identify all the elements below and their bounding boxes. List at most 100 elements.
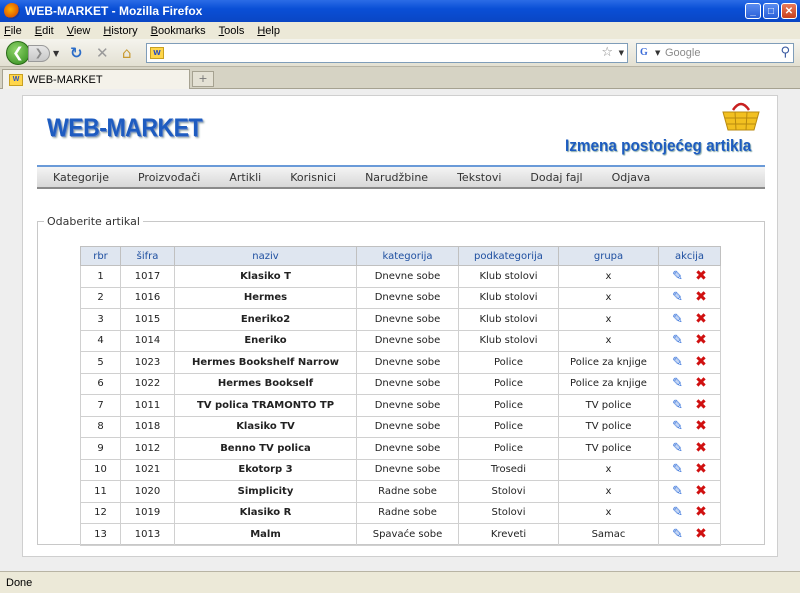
- google-icon[interactable]: G: [640, 47, 654, 59]
- table-row: 10 1021 Ekotorp 3 Dnevne sobe Trosedi x ✎ ✖: [80, 458, 721, 481]
- status-text: Done: [6, 576, 33, 589]
- col-grupa: grupa: [558, 246, 659, 266]
- cell-podkategorija: Klub stolovi: [458, 308, 559, 331]
- cell-rbr: 13: [80, 523, 121, 546]
- cell-rbr: 7: [80, 394, 121, 417]
- search-icon[interactable]: ⚲: [780, 45, 790, 60]
- cell-sifra: 1023: [120, 351, 175, 374]
- cell-podkategorija: Police: [458, 437, 559, 460]
- nav-tekstovi[interactable]: Tekstovi: [457, 171, 501, 184]
- tab-web-market[interactable]: W WEB-MARKET: [2, 69, 190, 89]
- edit-pencil-icon[interactable]: ✎: [672, 291, 683, 304]
- edit-pencil-icon[interactable]: ✎: [672, 334, 683, 347]
- maximize-button[interactable]: □: [763, 3, 779, 19]
- nav-dodaj-fajl[interactable]: Dodaj fajl: [530, 171, 582, 184]
- nav-korisnici[interactable]: Korisnici: [290, 171, 336, 184]
- delete-x-icon[interactable]: ✖: [695, 269, 707, 283]
- delete-x-icon[interactable]: ✖: [695, 527, 707, 541]
- menu-view[interactable]: View: [67, 25, 91, 37]
- menu-tools[interactable]: Tools: [219, 25, 245, 37]
- history-dropdown-icon[interactable]: ▼: [53, 49, 59, 58]
- menu-bookmarks[interactable]: Bookmarks: [151, 25, 206, 37]
- menu-file[interactable]: File: [4, 25, 22, 37]
- cell-podkategorija: Trosedi: [458, 458, 559, 481]
- address-bar[interactable]: W ☆ ▼: [146, 43, 628, 63]
- nav-kategorije[interactable]: Kategorije: [53, 171, 109, 184]
- cell-rbr: 1: [80, 265, 121, 288]
- minimize-button[interactable]: _: [745, 3, 761, 19]
- edit-pencil-icon[interactable]: ✎: [672, 377, 683, 390]
- cell-akcija: ✎ ✖: [658, 351, 721, 374]
- cell-podkategorija: Police: [458, 415, 559, 438]
- search-engine-dropdown-icon[interactable]: ▼: [655, 49, 660, 57]
- delete-x-icon[interactable]: ✖: [695, 355, 707, 369]
- cell-kategorija: Dnevne sobe: [356, 394, 459, 417]
- menu-help[interactable]: Help: [257, 25, 280, 37]
- site-logo[interactable]: WEB-MARKET: [47, 114, 203, 143]
- delete-x-icon[interactable]: ✖: [695, 398, 707, 412]
- edit-pencil-icon[interactable]: ✎: [672, 270, 683, 283]
- home-icon[interactable]: ⌂: [122, 45, 132, 61]
- delete-x-icon[interactable]: ✖: [695, 376, 707, 390]
- nav-proizvodjaci[interactable]: Proizvođači: [138, 171, 200, 184]
- article-selection-fieldset: Odaberite artikal rbr šifra naziv katego…: [37, 215, 765, 546]
- col-sifra: šifra: [120, 246, 175, 266]
- cell-grupa: x: [558, 501, 659, 524]
- cell-sifra: 1021: [120, 458, 175, 481]
- nav-artikli[interactable]: Artikli: [229, 171, 261, 184]
- edit-pencil-icon[interactable]: ✎: [672, 442, 683, 455]
- delete-x-icon[interactable]: ✖: [695, 505, 707, 519]
- forward-button[interactable]: ❯: [28, 45, 50, 62]
- cell-grupa: x: [558, 265, 659, 288]
- browser-content: WEB-MARKET Izmena postojećeg artikla Kat…: [0, 89, 800, 571]
- stop-icon[interactable]: ✕: [96, 45, 109, 61]
- delete-x-icon[interactable]: ✖: [695, 312, 707, 326]
- page-title: Izmena postojećeg artikla: [565, 136, 752, 155]
- cell-akcija: ✎ ✖: [658, 415, 721, 438]
- reload-icon[interactable]: ↻: [70, 45, 83, 61]
- edit-pencil-icon[interactable]: ✎: [672, 420, 683, 433]
- cell-sifra: 1022: [120, 372, 175, 395]
- cell-grupa: Police za knjige: [558, 372, 659, 395]
- menu-edit[interactable]: Edit: [35, 25, 54, 37]
- firefox-icon: [4, 3, 20, 19]
- delete-x-icon[interactable]: ✖: [695, 484, 707, 498]
- bookmark-star-icon[interactable]: ☆: [601, 45, 613, 60]
- nav-odjava[interactable]: Odjava: [612, 171, 651, 184]
- cell-sifra: 1012: [120, 437, 175, 460]
- edit-pencil-icon[interactable]: ✎: [672, 485, 683, 498]
- cell-naziv: Hermes Bookshelf Narrow: [174, 351, 357, 374]
- cell-kategorija: Radne sobe: [356, 480, 459, 503]
- delete-x-icon[interactable]: ✖: [695, 462, 707, 476]
- cell-naziv: TV polica TRAMONTO TP: [174, 394, 357, 417]
- cell-kategorija: Dnevne sobe: [356, 351, 459, 374]
- edit-pencil-icon[interactable]: ✎: [672, 463, 683, 476]
- nav-narudzbine[interactable]: Narudžbine: [365, 171, 428, 184]
- search-bar[interactable]: G ▼ Google ⚲: [636, 43, 794, 63]
- col-naziv: naziv: [174, 246, 357, 266]
- cell-kategorija: Spavaće sobe: [356, 523, 459, 546]
- delete-x-icon[interactable]: ✖: [695, 441, 707, 455]
- back-button[interactable]: ❮: [6, 41, 30, 65]
- delete-x-icon[interactable]: ✖: [695, 419, 707, 433]
- cell-sifra: 1013: [120, 523, 175, 546]
- cell-akcija: ✎ ✖: [658, 329, 721, 352]
- cell-sifra: 1015: [120, 308, 175, 331]
- cell-sifra: 1018: [120, 415, 175, 438]
- table-row: 3 1015 Eneriko2 Dnevne sobe Klub stolovi x ✎ ✖: [80, 308, 721, 331]
- edit-pencil-icon[interactable]: ✎: [672, 528, 683, 541]
- edit-pencil-icon[interactable]: ✎: [672, 506, 683, 519]
- delete-x-icon[interactable]: ✖: [695, 290, 707, 304]
- cell-naziv: Klasiko T: [174, 265, 357, 288]
- edit-pencil-icon[interactable]: ✎: [672, 356, 683, 369]
- edit-pencil-icon[interactable]: ✎: [672, 313, 683, 326]
- site-favicon-icon: W: [150, 47, 164, 59]
- cell-naziv: Malm: [174, 523, 357, 546]
- delete-x-icon[interactable]: ✖: [695, 333, 707, 347]
- edit-pencil-icon[interactable]: ✎: [672, 399, 683, 412]
- url-dropdown-icon[interactable]: ▼: [619, 49, 624, 57]
- menu-history[interactable]: History: [103, 25, 137, 37]
- new-tab-button[interactable]: +: [192, 71, 214, 87]
- close-button[interactable]: ✕: [781, 3, 797, 19]
- main-navigation: Kategorije Proizvođači Artikli Korisnici…: [37, 165, 765, 189]
